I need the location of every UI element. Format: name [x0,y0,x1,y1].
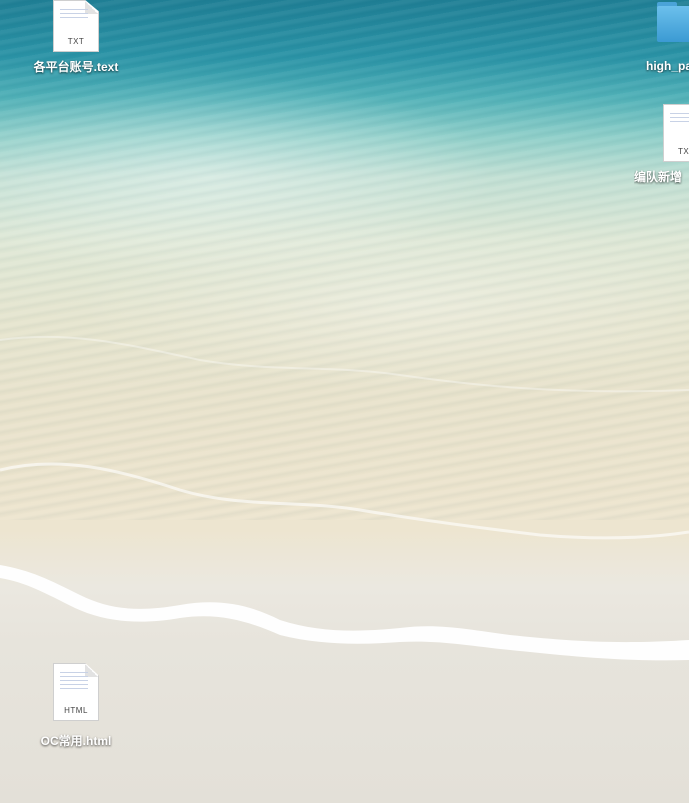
desktop-file-txt[interactable]: TXT 各平台账号.text [21,0,131,75]
desktop-file-html[interactable]: HTML OC常用.html [21,663,131,749]
file-type-label: TX [678,147,689,156]
file-name-label: 各平台账号.text [33,60,119,74]
file-name-label: 编队新增 [634,170,683,184]
wallpaper-water-texture [0,0,689,520]
folder-name-label: high_pa [646,59,689,73]
file-name-label: OC常用.html [40,734,112,748]
text-file-icon: TXT [53,0,99,52]
desktop-file-txt-2[interactable]: TX 编队新增 [634,104,689,185]
desktop-folder[interactable]: high_pa [644,0,689,73]
desktop: TXT 各平台账号.text high_pa TX 编队新增 HTML OC常用… [0,0,689,803]
folder-icon [657,2,689,42]
html-file-icon: HTML [53,663,99,721]
file-type-label: TXT [67,37,85,46]
file-type-label: HTML [64,706,88,715]
text-file-icon: TX [663,104,689,162]
